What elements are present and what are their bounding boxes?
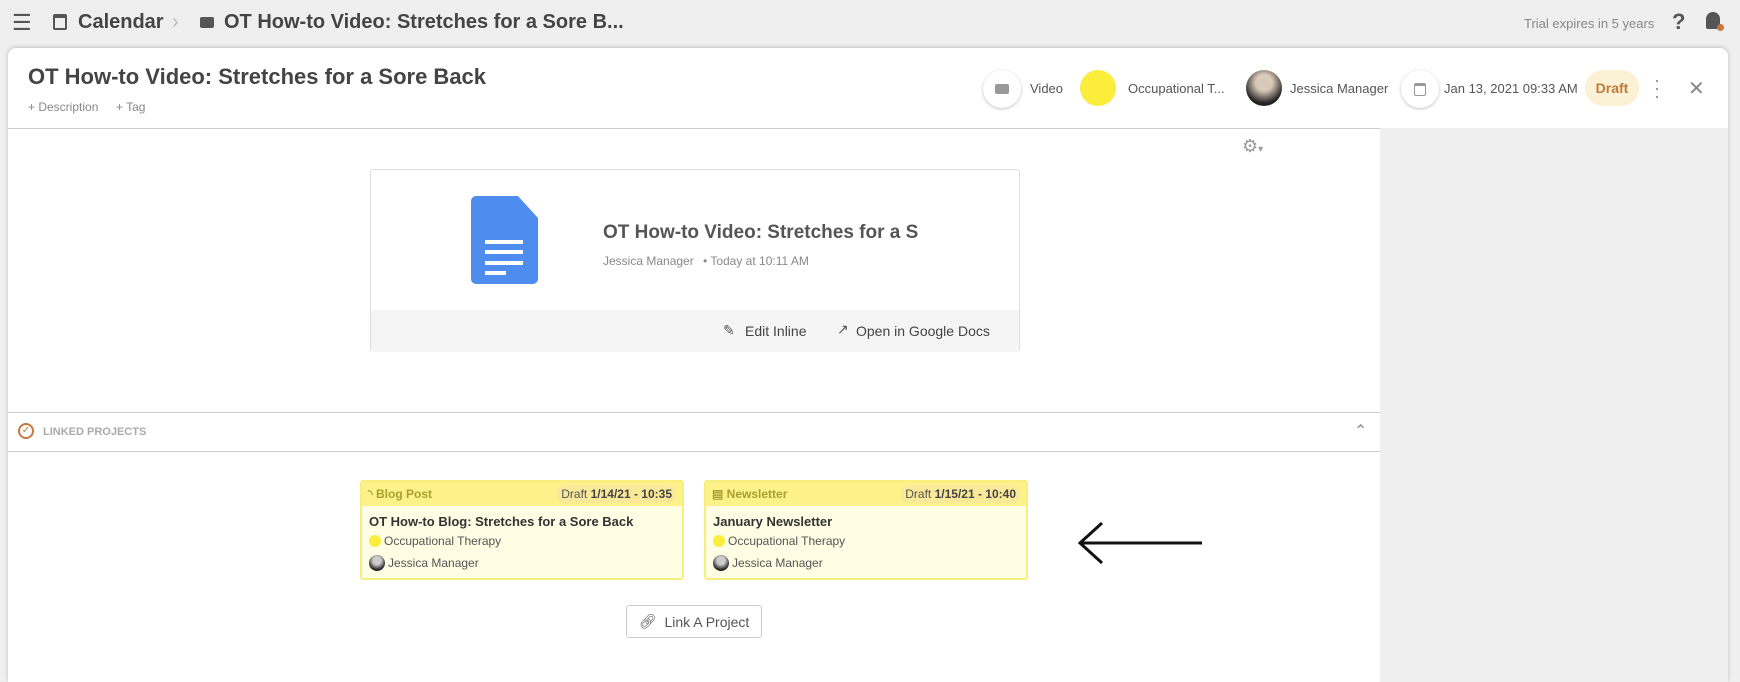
category-dot-icon <box>713 535 725 547</box>
link-project-button[interactable]: 🔗︎ Link A Project <box>626 605 762 638</box>
project-title: OT How-to Blog: Stretches for a Sore Bac… <box>369 514 634 529</box>
project-owner: Jessica Manager <box>732 556 823 570</box>
trial-text[interactable]: Trial expires in 5 years <box>1524 16 1654 31</box>
header-divider <box>8 128 1380 129</box>
top-bar: ☰ Calendar › OT How-to Video: Stretches … <box>0 0 1740 47</box>
project-date: 1/14/21 - 10:35 <box>590 487 672 501</box>
link-project-label: Link A Project <box>664 613 750 630</box>
avatar <box>369 555 385 571</box>
owner-avatar[interactable] <box>1246 70 1282 106</box>
doc-time: • Today at 10:11 AM <box>703 254 809 268</box>
external-link-icon: ↗ <box>837 321 849 337</box>
linked-projects-heading: LINKED PROJECTS <box>43 426 147 438</box>
video-icon <box>995 84 1009 94</box>
calendar-icon <box>1414 82 1426 96</box>
type-label: Video <box>1030 81 1064 96</box>
project-type: Newsletter <box>726 487 788 501</box>
type-button[interactable] <box>983 70 1021 108</box>
video-icon <box>200 17 214 28</box>
avatar <box>713 555 729 571</box>
calendar-icon <box>53 14 67 30</box>
collapse-chevron-icon[interactable]: ⌃ <box>1354 421 1367 441</box>
category-label: Occupational T... <box>1128 81 1225 96</box>
settings-gear-icon[interactable]: ⚙▾ <box>1242 136 1263 157</box>
check-circle-icon: ✓ <box>18 423 34 439</box>
rss-icon: ◝ <box>368 487 376 501</box>
project-status: Draft <box>561 487 588 501</box>
google-doc-card: OT How-to Video: Stretches for a S Jessi… <box>370 169 1020 352</box>
category-color-button[interactable] <box>1080 70 1116 106</box>
open-google-docs-button[interactable]: Open in Google Docs <box>856 323 990 339</box>
date-label: Jan 13, 2021 09:33 AM <box>1444 81 1578 96</box>
date-button[interactable] <box>1401 70 1439 108</box>
more-options-icon[interactable]: · · · <box>1654 71 1660 105</box>
link-icon: 🔗︎ <box>638 613 657 629</box>
bell-icon[interactable] <box>1706 12 1724 31</box>
linked-project-card[interactable]: ▤ Newsletter Draft 1/15/21 - 10:40 Janua… <box>704 480 1028 580</box>
add-tag-link[interactable]: + Tag <box>116 100 145 114</box>
project-date: 1/15/21 - 10:40 <box>934 487 1016 501</box>
help-icon[interactable]: ? <box>1672 9 1685 35</box>
doc-author: Jessica Manager <box>603 254 694 268</box>
project-type: Blog Post <box>375 487 432 501</box>
edit-inline-button[interactable]: Edit Inline <box>745 323 806 339</box>
newsletter-icon: ▤ <box>712 487 727 501</box>
status-badge[interactable]: Draft <box>1585 70 1639 106</box>
linked-project-card[interactable]: ◝ Blog Post Draft 1/14/21 - 10:35 OT How… <box>360 480 684 580</box>
doc-title[interactable]: OT How-to Video: Stretches for a S <box>603 222 918 244</box>
content-panel: OT How-to Video: Stretches for a Sore Ba… <box>8 48 1728 682</box>
chevron-right-icon: › <box>172 11 179 33</box>
add-description-link[interactable]: + Description <box>28 100 98 114</box>
page-title: OT How-to Video: Stretches for a Sore Ba… <box>28 64 487 89</box>
breadcrumb-title: OT How-to Video: Stretches for a Sore B.… <box>224 11 624 33</box>
project-status: Draft <box>905 487 932 501</box>
owner-label: Jessica Manager <box>1290 81 1389 96</box>
project-category: Occupational Therapy <box>728 534 846 548</box>
google-docs-icon <box>471 196 538 284</box>
project-title: January Newsletter <box>713 514 833 529</box>
project-owner: Jessica Manager <box>388 556 479 570</box>
close-icon[interactable]: ✕ <box>1688 76 1705 101</box>
pencil-icon: ✎ <box>723 322 735 338</box>
side-column <box>1380 128 1728 682</box>
project-category: Occupational Therapy <box>384 534 502 548</box>
linked-projects-bar: ✓ LINKED PROJECTS ⌃ <box>8 412 1380 452</box>
breadcrumb-calendar[interactable]: Calendar <box>78 11 164 34</box>
arrow-annotation-icon <box>1076 520 1204 571</box>
category-dot-icon <box>369 535 381 547</box>
menu-icon[interactable]: ☰ <box>12 12 32 34</box>
doc-footer: ✎ Edit Inline ↗ Open in Google Docs <box>371 310 1019 352</box>
